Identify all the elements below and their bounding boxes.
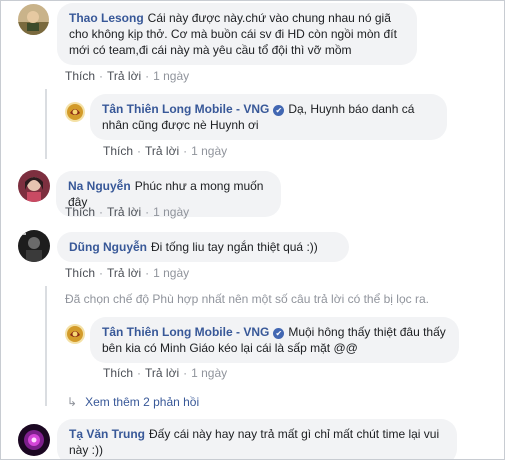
comment-actions: Thích · Trả lời · 1 ngày [65,205,189,219]
comment-bubble-thao-lesong: Thao Lesong Cái này được này.chứ vào chun… [57,3,417,65]
comments-panel: Thao Lesong Cái này được này.chứ vào chun… [0,0,505,460]
avatar-ta-van-trung[interactable] [18,424,50,456]
reply-link[interactable]: Trả lời [145,144,179,158]
comment-actions: Thích · Trả lời · 1 ngày [103,366,227,380]
comment-text: Đi tống liu tay ngắn thiệt quá :)) [151,240,318,254]
separator-dot: · [183,366,188,380]
reply-link[interactable]: Trả lời [107,266,141,280]
avatar-dung-nguyen[interactable] [18,230,50,262]
avatar-na-nguyen[interactable] [18,170,50,202]
timestamp[interactable]: 1 ngày [191,366,227,380]
reply-link[interactable]: Trả lời [107,205,141,219]
comment-author-name[interactable]: Tân Thiên Long Mobile - VNG [102,325,269,339]
reply-thread-line [45,89,47,159]
reply-link[interactable]: Trả lời [145,366,179,380]
like-link[interactable]: Thích [65,205,95,219]
separator-dot: · [99,205,104,219]
comment-author-name[interactable]: Thao Lesong [69,11,144,25]
reply-arrow-icon: ↳ [67,395,78,409]
like-link[interactable]: Thích [65,266,95,280]
comment-bubble-dung-nguyen: Dũng Nguyễn Đi tống liu tay ngắn thiệt qu… [57,232,349,262]
comment-bubble-ta-van-trung: Tạ Văn Trung Đấy cái này hay nay trả mất … [57,419,457,459]
comment-bubble-page-reply: Tân Thiên Long Mobile - VNG ✔ Muội hông th… [90,317,459,363]
separator-dot: · [99,266,104,280]
timestamp[interactable]: 1 ngày [153,205,189,219]
timestamp[interactable]: 1 ngày [153,266,189,280]
separator-dot: · [99,69,104,83]
avatar-page-tan-thien-long[interactable] [65,102,85,122]
like-link[interactable]: Thích [103,144,133,158]
timestamp[interactable]: 1 ngày [191,144,227,158]
comment-actions: Thích · Trả lời · 1 ngày [65,69,189,83]
comment-actions: Thích · Trả lời · 1 ngày [65,266,189,280]
comment-author-name[interactable]: Dũng Nguyễn [69,240,147,254]
separator-dot: · [183,144,188,158]
verified-badge-icon: ✔ [273,328,285,339]
comment-bubble-page-reply: Tân Thiên Long Mobile - VNG ✔ Dạ, Huynh bá… [90,94,447,140]
separator-dot: · [145,266,150,280]
separator-dot: · [137,144,142,158]
separator-dot: · [145,205,150,219]
separator-dot: · [137,366,142,380]
comment-actions: Thích · Trả lời · 1 ngày [103,144,227,158]
timestamp[interactable]: 1 ngày [153,69,189,83]
reply-link[interactable]: Trả lời [107,69,141,83]
comment-author-name[interactable]: Na Nguyễn [68,179,131,193]
view-more-replies-link[interactable]: ↳ Xem thêm 2 phản hồi [67,395,199,409]
verified-badge-icon: ✔ [273,105,285,116]
separator-dot: · [145,69,150,83]
avatar-page-tan-thien-long[interactable] [65,324,85,344]
like-link[interactable]: Thích [65,69,95,83]
like-link[interactable]: Thích [103,366,133,380]
reply-thread-line [45,286,47,406]
avatar-thao-lesong[interactable] [18,4,49,35]
filter-notice: Đã chọn chế độ Phù hợp nhất nên một số c… [65,292,429,306]
view-more-replies-label: Xem thêm 2 phản hồi [85,395,200,409]
comment-author-name[interactable]: Tạ Văn Trung [69,427,145,441]
comment-author-name[interactable]: Tân Thiên Long Mobile - VNG [102,102,269,116]
